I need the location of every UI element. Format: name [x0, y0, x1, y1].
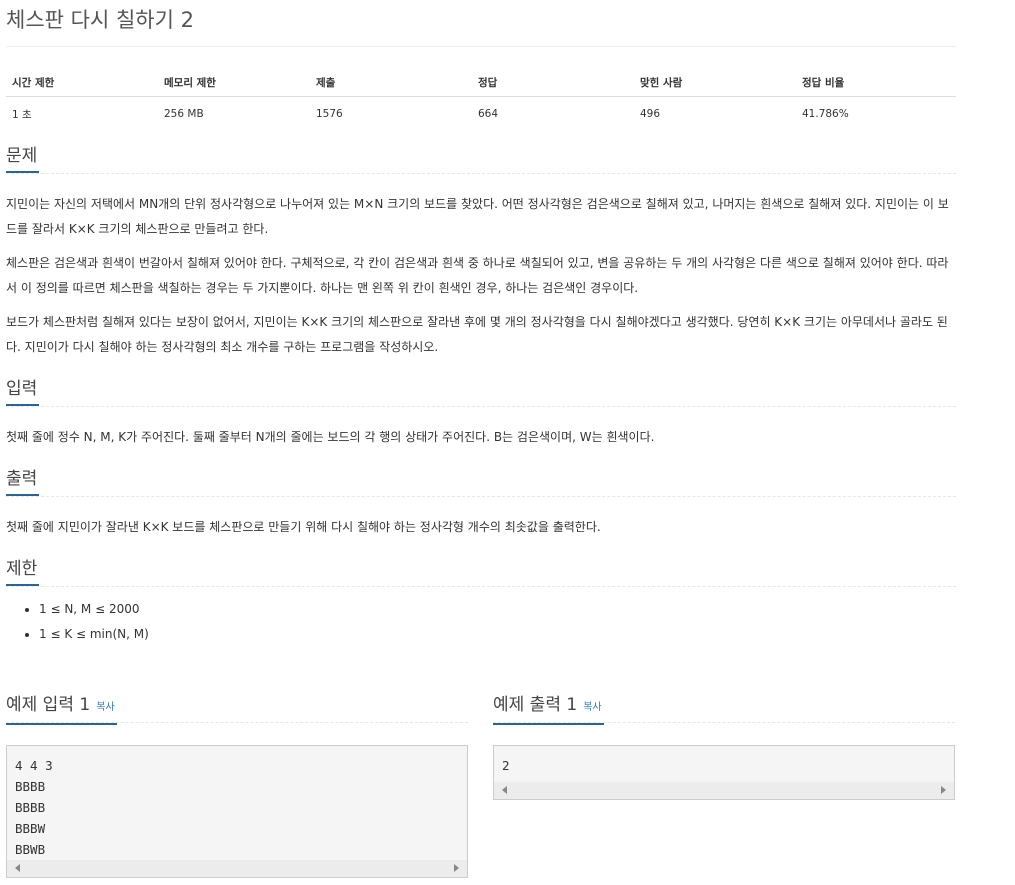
problem-paragraph: 체스판은 검은색과 흰색이 번갈아서 칠해져 있어야 한다. 구체적으로, 각 …	[6, 256, 949, 295]
problem-info-table: 시간 제한 메모리 제한 제출 정답 맞힌 사람 정답 비율 1 초 256 M…	[6, 67, 956, 123]
output-description: 첫째 줄에 지민이가 잘라낸 K×K 보드를 체스판으로 만들기 위해 다시 칠…	[6, 520, 601, 534]
problem-page: 체스판 다시 칠하기 2 시간 제한 메모리 제한 제출 정답 맞힌 사람 정답…	[6, 0, 956, 647]
info-header-row: 시간 제한 메모리 제한 제출 정답 맞힌 사람 정답 비율	[6, 67, 956, 97]
value-submissions: 1576	[316, 108, 343, 120]
page-title: 체스판 다시 칠하기 2	[6, 0, 956, 47]
output-section-header: 출력	[6, 462, 956, 497]
header-ratio: 정답 비율	[796, 67, 956, 97]
limit-item: 1 ≤ K ≤ min(N, M)	[39, 622, 956, 647]
info-value-row: 1 초 256 MB 1576 664 496 41.786%	[6, 97, 956, 124]
sample-input-line: 4 4 3	[15, 758, 53, 773]
sample-input-line: BBBB	[15, 779, 46, 794]
sample-input-line: BBBW	[15, 821, 46, 836]
problem-section-header: 문제	[6, 139, 956, 174]
sample-output-scrollbar[interactable]	[494, 782, 954, 799]
value-memory-limit: 256 MB	[164, 108, 204, 120]
sample-output-line: 2	[502, 758, 510, 773]
sample-input-scrollbar[interactable]	[7, 860, 467, 877]
copy-output-button[interactable]: 복사	[583, 702, 601, 713]
sample-output-code: 2	[493, 745, 955, 800]
sample-output-heading: 예제 출력 1 복사	[493, 690, 604, 725]
header-accepted: 정답	[472, 67, 634, 97]
problem-paragraph: 보드가 체스판처럼 칠해져 있다는 보장이 없어서, 지민이는 K×K 크기의 …	[6, 315, 948, 354]
sample-input-line: BBWB	[15, 842, 46, 857]
scroll-right-icon[interactable]	[454, 864, 459, 872]
header-solvers: 맞힌 사람	[634, 67, 796, 97]
sample-input-heading: 예제 입력 1 복사	[6, 690, 117, 725]
scroll-right-icon[interactable]	[941, 786, 946, 794]
problem-paragraph: 지민이는 자신의 저택에서 MN개의 단위 정사각형으로 나누어져 있는 M×N…	[6, 197, 949, 236]
sample-input-header: 예제 입력 1 복사	[6, 688, 468, 725]
limits-list: 1 ≤ N, M ≤ 2000 1 ≤ K ≤ min(N, M)	[6, 597, 956, 647]
value-accepted: 664	[478, 108, 499, 120]
problem-heading: 문제	[6, 141, 40, 173]
sample-input-line: BBBB	[15, 800, 46, 815]
limits-heading: 제한	[6, 554, 40, 586]
header-memory-limit: 메모리 제한	[158, 67, 310, 97]
sample-output-header: 예제 출력 1 복사	[493, 688, 955, 725]
limit-item: 1 ≤ N, M ≤ 2000	[39, 597, 956, 622]
sample-input-code: 4 4 3 BBBB BBBB BBBW BBWB	[6, 745, 468, 878]
input-section-header: 입력	[6, 372, 956, 407]
value-ratio: 41.786%	[802, 108, 849, 120]
limits-section-header: 제한	[6, 552, 956, 587]
value-solvers: 496	[640, 108, 661, 120]
sample-output-title: 예제 출력 1	[493, 695, 578, 715]
sample-output-panel: 예제 출력 1 복사 2	[493, 688, 955, 800]
scroll-left-icon[interactable]	[15, 864, 20, 872]
sample-input-title: 예제 입력 1	[6, 695, 91, 715]
input-description: 첫째 줄에 정수 N, M, K가 주어진다. 둘째 줄부터 N개의 줄에는 보…	[6, 430, 655, 444]
value-time-limit: 1 초	[12, 108, 32, 121]
output-heading: 출력	[6, 464, 40, 496]
sample-input-panel: 예제 입력 1 복사 4 4 3 BBBB BBBB BBBW BBWB	[6, 688, 468, 878]
header-submissions: 제출	[310, 67, 472, 97]
problem-description: 지민이는 자신의 저택에서 MN개의 단위 정사각형으로 나누어져 있는 M×N…	[6, 192, 956, 360]
copy-input-button[interactable]: 복사	[96, 702, 114, 713]
input-heading: 입력	[6, 374, 40, 406]
scroll-left-icon[interactable]	[502, 786, 507, 794]
header-time-limit: 시간 제한	[6, 67, 158, 97]
